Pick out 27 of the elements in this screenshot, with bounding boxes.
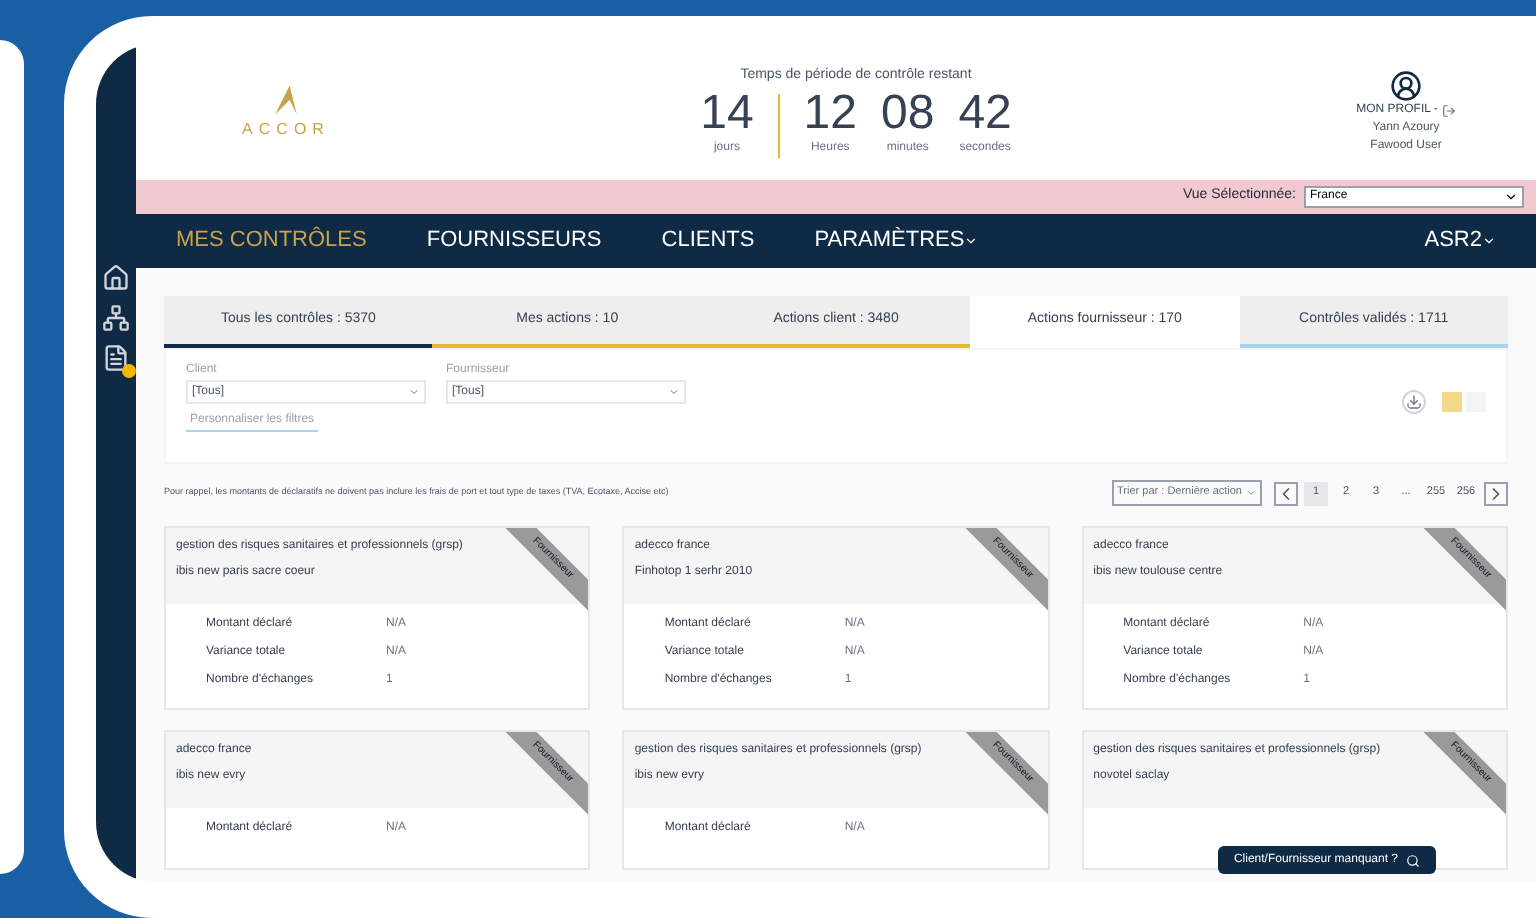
document-icon[interactable]: [102, 344, 130, 372]
nav-item[interactable]: MES CONTRÔLES: [176, 224, 367, 258]
timer-value: 08: [881, 87, 935, 140]
caret-icon: [1246, 488, 1256, 498]
logo-text: ACCOR: [242, 118, 330, 142]
nav-item[interactable]: CLIENTS: [661, 224, 755, 258]
caret-icon: [1482, 234, 1496, 248]
next-page-icon[interactable]: [1484, 481, 1508, 505]
caret-icon: [408, 386, 420, 398]
timer-value: 12: [803, 87, 857, 140]
nav-item[interactable]: PARAMÈTRES: [814, 224, 979, 258]
network-icon[interactable]: [102, 304, 130, 332]
timer-value: 14: [700, 87, 754, 140]
caret-icon: [964, 234, 979, 248]
caret-icon: [668, 386, 680, 398]
view-toggle[interactable]: [1442, 392, 1462, 412]
user-menu[interactable]: ASR2: [1424, 224, 1496, 258]
home-icon[interactable]: [102, 264, 130, 292]
timer-separator: [777, 93, 780, 158]
timer-value: 42: [958, 87, 1012, 140]
search-icon: [1406, 853, 1420, 867]
previous-page-icon[interactable]: [1274, 481, 1298, 505]
nav-item[interactable]: FOURNISSEURS: [426, 224, 602, 258]
logout-icon[interactable]: [1441, 103, 1456, 117]
download-icon[interactable]: [1402, 390, 1426, 414]
caret-icon: [1504, 190, 1518, 204]
profile-icon[interactable]: [1390, 69, 1422, 101]
